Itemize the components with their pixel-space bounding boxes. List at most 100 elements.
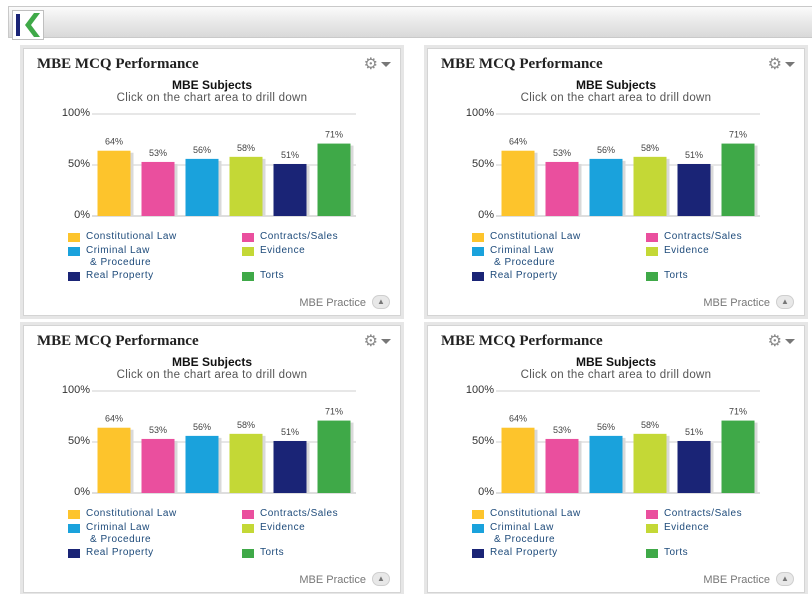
scroll-up-icon[interactable]: ▲ [776,295,794,309]
legend-item[interactable]: Contracts/Sales [664,231,742,243]
bar[interactable] [633,156,667,216]
legend-label: Real Property [490,547,558,558]
legend-label: Constitutional Law [490,231,581,242]
bar[interactable] [141,438,175,493]
bar-value-label: 53% [149,148,167,158]
legend-item[interactable]: Contracts/Sales [664,508,742,520]
bar-chart[interactable]: 64% 53% 56% 58% 51% 71% [428,49,806,229]
bar[interactable] [273,440,307,493]
legend-item[interactable]: Torts [664,547,688,559]
legend-item[interactable]: Real Property [490,270,558,282]
legend-item[interactable]: Torts [260,270,284,282]
legend-item[interactable]: Real Property [86,270,154,282]
legend-item[interactable]: Contracts/Sales [260,231,338,243]
bar[interactable] [589,158,623,216]
legend-label: Constitutional Law [490,508,581,519]
bar[interactable] [545,161,579,216]
bar-value-label: 56% [193,422,211,432]
legend-item[interactable]: Real Property [86,547,154,559]
bar-value-label: 64% [509,414,527,424]
bar[interactable] [589,435,623,493]
legend-label-line2: & Procedure [494,534,556,545]
legend-item[interactable]: Torts [664,270,688,282]
back-chevron-icon[interactable] [12,10,44,40]
bar[interactable] [185,435,219,493]
legend-label: Real Property [86,270,154,281]
bar-value-label: 58% [237,143,255,153]
legend-label: Contracts/Sales [664,508,743,519]
bar[interactable] [677,163,711,216]
bar[interactable] [501,150,535,216]
legend-swatch [472,524,484,533]
legend-swatch [68,524,80,533]
legend-item[interactable]: Constitutional Law [86,508,177,520]
bar-value-label: 56% [193,145,211,155]
bar-value-label: 64% [105,414,123,424]
bar-value-label: 58% [237,420,255,430]
legend-item[interactable]: Criminal Law & Procedure [86,522,151,546]
bar[interactable] [545,438,579,493]
footer-link[interactable]: MBE Practice [703,574,770,586]
legend-swatch [68,549,80,558]
bar-value-label: 56% [597,422,615,432]
legend-swatch [472,510,484,519]
bar[interactable] [317,420,351,493]
bar[interactable] [97,150,131,216]
scroll-up-icon[interactable]: ▲ [372,572,390,586]
legend-swatch [68,272,80,281]
legend-swatch [646,510,658,519]
footer-link[interactable]: MBE Practice [703,297,770,309]
bar-chart[interactable]: 64% 53% 56% 58% 51% 71% [428,326,806,506]
legend-item[interactable]: Evidence [664,245,709,257]
legend-item[interactable]: Real Property [490,547,558,559]
bar[interactable] [185,158,219,216]
legend-swatch [646,524,658,533]
legend-item[interactable]: Evidence [664,522,709,534]
bar-value-label: 58% [641,143,659,153]
legend-label: Constitutional Law [86,231,177,242]
legend-label: Evidence [664,522,710,533]
legend-swatch [242,549,254,558]
scroll-up-icon[interactable]: ▲ [372,295,390,309]
legend-label: Real Property [86,547,154,558]
legend-item[interactable]: Criminal Law & Procedure [86,245,151,269]
legend-item[interactable]: Constitutional Law [490,231,581,243]
bar[interactable] [501,427,535,493]
bar-value-label: 71% [729,130,747,140]
bar[interactable] [229,156,263,216]
scroll-up-icon[interactable]: ▲ [776,572,794,586]
bar-chart[interactable]: 64% 53% 56% 58% 51% 71% [24,326,402,506]
top-header-bar [8,6,812,38]
legend-label: Criminal Law [490,245,554,256]
bar[interactable] [721,143,755,216]
legend-label: Contracts/Sales [260,508,339,519]
legend-item[interactable]: Evidence [260,245,305,257]
bar-chart[interactable]: 64% 53% 56% 58% 51% 71% [24,49,402,229]
bar[interactable] [97,427,131,493]
legend-swatch [646,549,658,558]
bar-value-label: 64% [105,137,123,147]
legend-swatch [242,272,254,281]
legend-item[interactable]: Evidence [260,522,305,534]
legend-item[interactable]: Criminal Law & Procedure [490,522,555,546]
bar[interactable] [633,433,667,493]
bar[interactable] [229,433,263,493]
footer-link[interactable]: MBE Practice [299,297,366,309]
legend-item[interactable]: Constitutional Law [86,231,177,243]
legend-label: Contracts/Sales [260,231,339,242]
legend-item[interactable]: Constitutional Law [490,508,581,520]
legend-item[interactable]: Torts [260,547,284,559]
bar[interactable] [273,163,307,216]
legend-swatch [242,510,254,519]
bar[interactable] [141,161,175,216]
legend-item[interactable]: Contracts/Sales [260,508,338,520]
performance-panel: MBE MCQ Performance ⚙ MBE Subjects Click on… [23,48,401,316]
bar[interactable] [677,440,711,493]
legend-item[interactable]: Criminal Law & Procedure [490,245,555,269]
bar[interactable] [721,420,755,493]
legend-swatch [242,233,254,242]
legend-swatch [242,247,254,256]
bar[interactable] [317,143,351,216]
footer-link[interactable]: MBE Practice [299,574,366,586]
bar-value-label: 51% [281,150,299,160]
